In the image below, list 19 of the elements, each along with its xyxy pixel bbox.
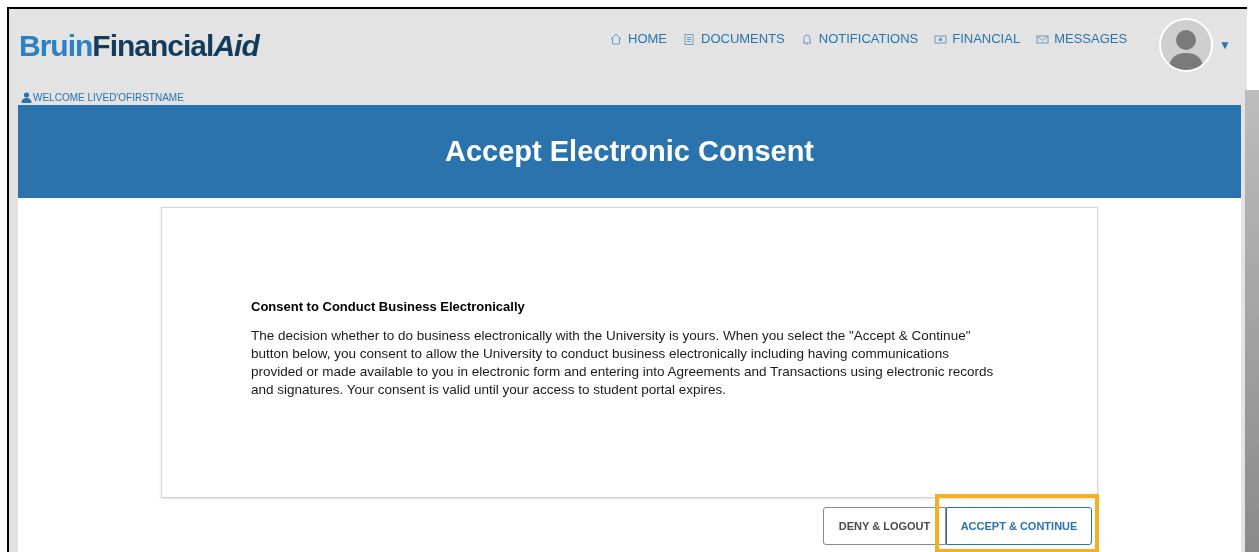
banknote-icon xyxy=(934,32,948,46)
logo[interactable]: BruinFinancialAid xyxy=(19,29,259,63)
envelope-icon xyxy=(1036,32,1050,46)
nav-link[interactable]: DOCUMENTS xyxy=(683,29,785,49)
bell-icon xyxy=(800,32,814,46)
clipboard-icon xyxy=(683,32,696,46)
page-banner: Accept Electronic Consent xyxy=(18,105,1241,198)
nav-link[interactable]: FINANCIAL xyxy=(934,29,1021,49)
caret-icon[interactable]: ▼ xyxy=(1219,36,1231,54)
accept-button[interactable]: ACCEPT & CONTINUE xyxy=(946,507,1092,545)
person-icon xyxy=(21,91,32,103)
welcome-text: WELCOME LIVED'OFIRSTNAME xyxy=(33,90,184,105)
deny-button[interactable]: DENY & LOGOUT xyxy=(823,507,946,545)
nav-link[interactable]: NOTIFICATIONS xyxy=(800,29,919,49)
consent-text: The decision whether to do business electronically with the University is yours. When you select the "Accept & Continue" button below, you consent to allow the University to conduct business electronically including having communications provided or made available to you in electronic form and entering into Agreements and Transactions using electronic records and signatures. Your consent is valid until your access to student portal expires. xyxy=(251,326,995,399)
consent-heading: Consent to Conduct Business Electronically xyxy=(251,298,526,316)
home-icon xyxy=(610,32,623,46)
nav-link[interactable]: MESSAGES xyxy=(1036,29,1128,49)
nav-link[interactable]: HOME xyxy=(610,29,667,49)
